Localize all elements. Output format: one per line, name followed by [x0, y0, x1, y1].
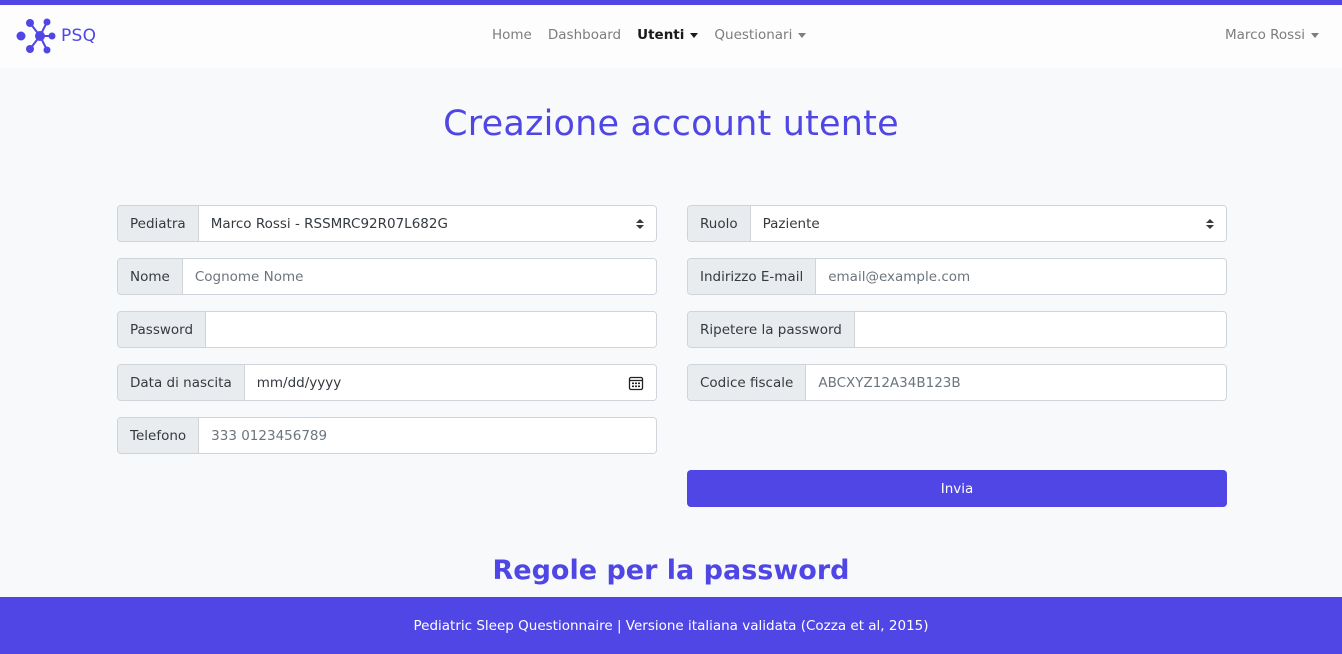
codice-fiscale-input[interactable]: [806, 365, 1226, 400]
pediatra-selected-value: Marco Rossi - RSSMRC92R07L682G: [210, 215, 448, 232]
data-nascita-field: Data di nascita mm/dd/yyyy: [117, 364, 657, 401]
nav-dashboard[interactable]: Dashboard: [548, 27, 621, 43]
psq-logo-icon: [16, 18, 56, 54]
ruolo-field: Ruolo Paziente: [687, 205, 1227, 242]
brand-name: PSQ: [61, 26, 97, 46]
caret-down-icon: [690, 32, 699, 38]
main-nav: Home Dashboard Utenti Questionari: [492, 27, 822, 43]
submit-button[interactable]: Invia: [687, 470, 1227, 507]
caret-down-icon: [1311, 32, 1319, 38]
ruolo-selected-value: Paziente: [762, 215, 820, 232]
password-input[interactable]: [206, 312, 656, 347]
password-rules-title: Regole per la password: [492, 555, 850, 586]
select-arrows-icon: [1206, 218, 1214, 229]
data-nascita-label: Data di nascita: [118, 365, 245, 400]
caret-down-icon: [798, 32, 807, 38]
nav-utenti-dropdown[interactable]: Utenti: [637, 27, 699, 43]
nome-field: Nome: [117, 258, 657, 295]
nav-questionari-dropdown[interactable]: Questionari: [714, 27, 807, 43]
user-menu-dropdown[interactable]: Marco Rossi: [1225, 27, 1319, 43]
telefono-field: Telefono: [117, 417, 657, 454]
pediatra-label: Pediatra: [118, 206, 199, 241]
nav-home-label: Home: [492, 27, 532, 43]
calendar-icon[interactable]: [628, 375, 644, 391]
nav-home[interactable]: Home: [492, 27, 532, 43]
select-arrows-icon: [636, 218, 644, 229]
email-label: Indirizzo E-mail: [688, 259, 817, 294]
password-repeat-label: Ripetere la password: [688, 312, 855, 347]
footer-text: Pediatric Sleep Questionnaire | Versione…: [413, 617, 929, 634]
nome-input[interactable]: [182, 259, 656, 294]
pediatra-select[interactable]: Marco Rossi - RSSMRC92R07L682G: [198, 206, 656, 241]
email-field: Indirizzo E-mail: [687, 258, 1227, 295]
user-name: Marco Rossi: [1225, 27, 1305, 43]
brand[interactable]: PSQ: [16, 18, 96, 54]
codice-fiscale-field: Codice fiscale: [687, 364, 1227, 401]
nav-utenti-label: Utenti: [637, 27, 685, 43]
page-title: Creazione account utente: [443, 104, 899, 144]
nav-dashboard-label: Dashboard: [547, 27, 622, 43]
data-nascita-input[interactable]: mm/dd/yyyy: [244, 365, 656, 400]
navbar: PSQ Home Dashboard Utenti Questionari Ma…: [0, 5, 1342, 68]
data-nascita-placeholder: mm/dd/yyyy: [256, 374, 342, 391]
pediatra-field: Pediatra Marco Rossi - RSSMRC92R07L682G: [117, 205, 657, 242]
password-label: Password: [118, 312, 207, 347]
password-repeat-field: Ripetere la password: [687, 311, 1227, 348]
password-repeat-input[interactable]: [854, 312, 1226, 347]
ruolo-label: Ruolo: [688, 206, 751, 241]
nome-label: Nome: [118, 259, 183, 294]
telefono-input[interactable]: [199, 418, 656, 453]
codice-fiscale-label: Codice fiscale: [688, 365, 807, 400]
password-field: Password: [117, 311, 657, 348]
email-input[interactable]: [816, 259, 1226, 294]
ruolo-select[interactable]: Paziente: [750, 206, 1226, 241]
nav-questionari-label: Questionari: [714, 27, 793, 43]
telefono-label: Telefono: [118, 418, 200, 453]
footer: Pediatric Sleep Questionnaire | Versione…: [0, 597, 1342, 654]
